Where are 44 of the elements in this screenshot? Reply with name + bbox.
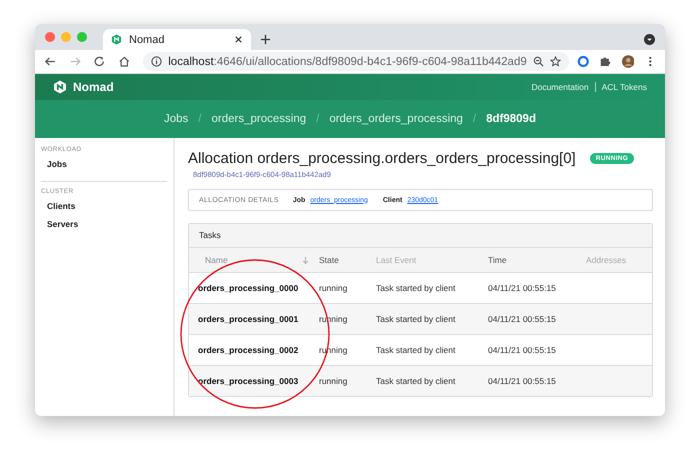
- back-icon[interactable]: [44, 55, 57, 68]
- breadcrumb-separator: /: [198, 113, 202, 125]
- table-cell: 04/11/21 00:55:15: [488, 376, 556, 386]
- info-icon[interactable]: [151, 56, 162, 67]
- address-bar[interactable]: localhost:4646/ui/allocations/8df9809d-b4c1-96f9-c604-98a11b442ad9: [143, 52, 569, 71]
- table-cell: 04/11/21 00:55:15: [488, 345, 556, 355]
- hexagon-logo-icon: [111, 34, 122, 45]
- sidebar-item[interactable]: Servers: [41, 215, 167, 233]
- table-cell: running: [319, 283, 348, 293]
- table-cell: Task started by client: [376, 376, 456, 386]
- close-icon[interactable]: [234, 35, 243, 44]
- browser-tab[interactable]: Nomad: [103, 29, 251, 50]
- ring-icon[interactable]: [576, 55, 590, 68]
- puzzle-icon[interactable]: [599, 55, 612, 68]
- task-name-cell[interactable]: orders_processing_0001: [198, 314, 298, 324]
- table-row[interactable]: orders_processing_0003 running Task started by client 04/11/21 00:55:15: [189, 366, 652, 396]
- zoom-icon[interactable]: [532, 56, 544, 67]
- table-cell: running: [319, 376, 348, 386]
- table-cell: 04/11/21 00:55:15: [488, 314, 556, 324]
- hexagon-logo-icon: [53, 80, 67, 94]
- panel-heading: Tasks: [189, 224, 652, 248]
- breadcrumb-separator: /: [316, 113, 320, 125]
- header-link[interactable]: Documentation: [525, 82, 595, 92]
- table-cell: Task started by client: [376, 314, 456, 324]
- column-header[interactable]: State: [319, 248, 376, 273]
- brand-name: Nomad: [73, 80, 114, 94]
- avatar-icon[interactable]: [622, 55, 634, 68]
- table-cell: Task started by client: [376, 283, 456, 293]
- dropdown-icon[interactable]: [644, 34, 655, 45]
- home-icon[interactable]: [118, 55, 130, 68]
- breadcrumb-separator: /: [472, 113, 476, 125]
- task-name-cell[interactable]: orders_processing_0003: [198, 376, 298, 386]
- table-cell: 04/11/21 00:55:15: [488, 283, 556, 293]
- allocation-title: Allocation orders_processing.orders_orders_processing[0]: [188, 150, 576, 167]
- table-cell: Task started by client: [376, 345, 456, 355]
- breadcrumb-link[interactable]: 8df9809d: [486, 113, 536, 125]
- star-icon[interactable]: [550, 56, 561, 67]
- column-header[interactable]: Time: [488, 248, 586, 273]
- reload-icon[interactable]: [93, 55, 106, 68]
- new-tab-icon[interactable]: [260, 34, 271, 45]
- sidebar-item[interactable]: Jobs: [41, 155, 167, 173]
- sidebar-item[interactable]: Clients: [41, 197, 167, 215]
- task-name-cell[interactable]: orders_processing_0000: [198, 283, 298, 293]
- task-name-cell[interactable]: orders_processing_0002: [198, 345, 298, 355]
